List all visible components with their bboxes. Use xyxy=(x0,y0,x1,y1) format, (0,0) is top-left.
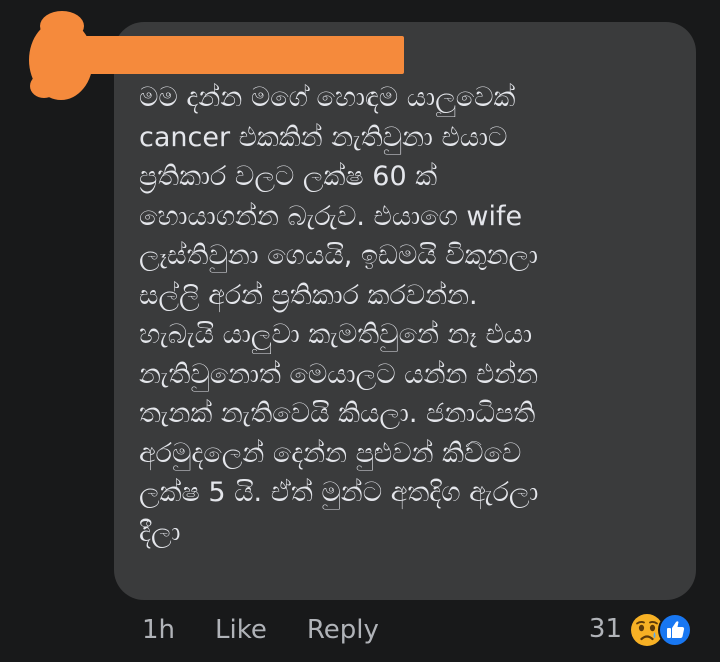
reaction-summary[interactable]: 31 xyxy=(589,610,696,648)
comment-screenshot: මම දන්න මගේ හොඳම යාලුවෙක් cancer එකකින් … xyxy=(0,0,720,662)
like-reaction-icon xyxy=(658,613,692,647)
reply-button[interactable]: Reply xyxy=(307,615,379,645)
comment-timestamp[interactable]: 1h xyxy=(142,615,175,645)
reaction-count: 31 xyxy=(588,614,622,644)
comment-actions: 1h Like Reply xyxy=(142,612,379,648)
redacted-author-name xyxy=(84,36,404,74)
reaction-icons xyxy=(630,611,696,647)
comment-text: මම දන්න මගේ හොඳම යාලුවෙක් cancer එකකින් … xyxy=(139,82,539,548)
like-button[interactable]: Like xyxy=(215,615,267,645)
